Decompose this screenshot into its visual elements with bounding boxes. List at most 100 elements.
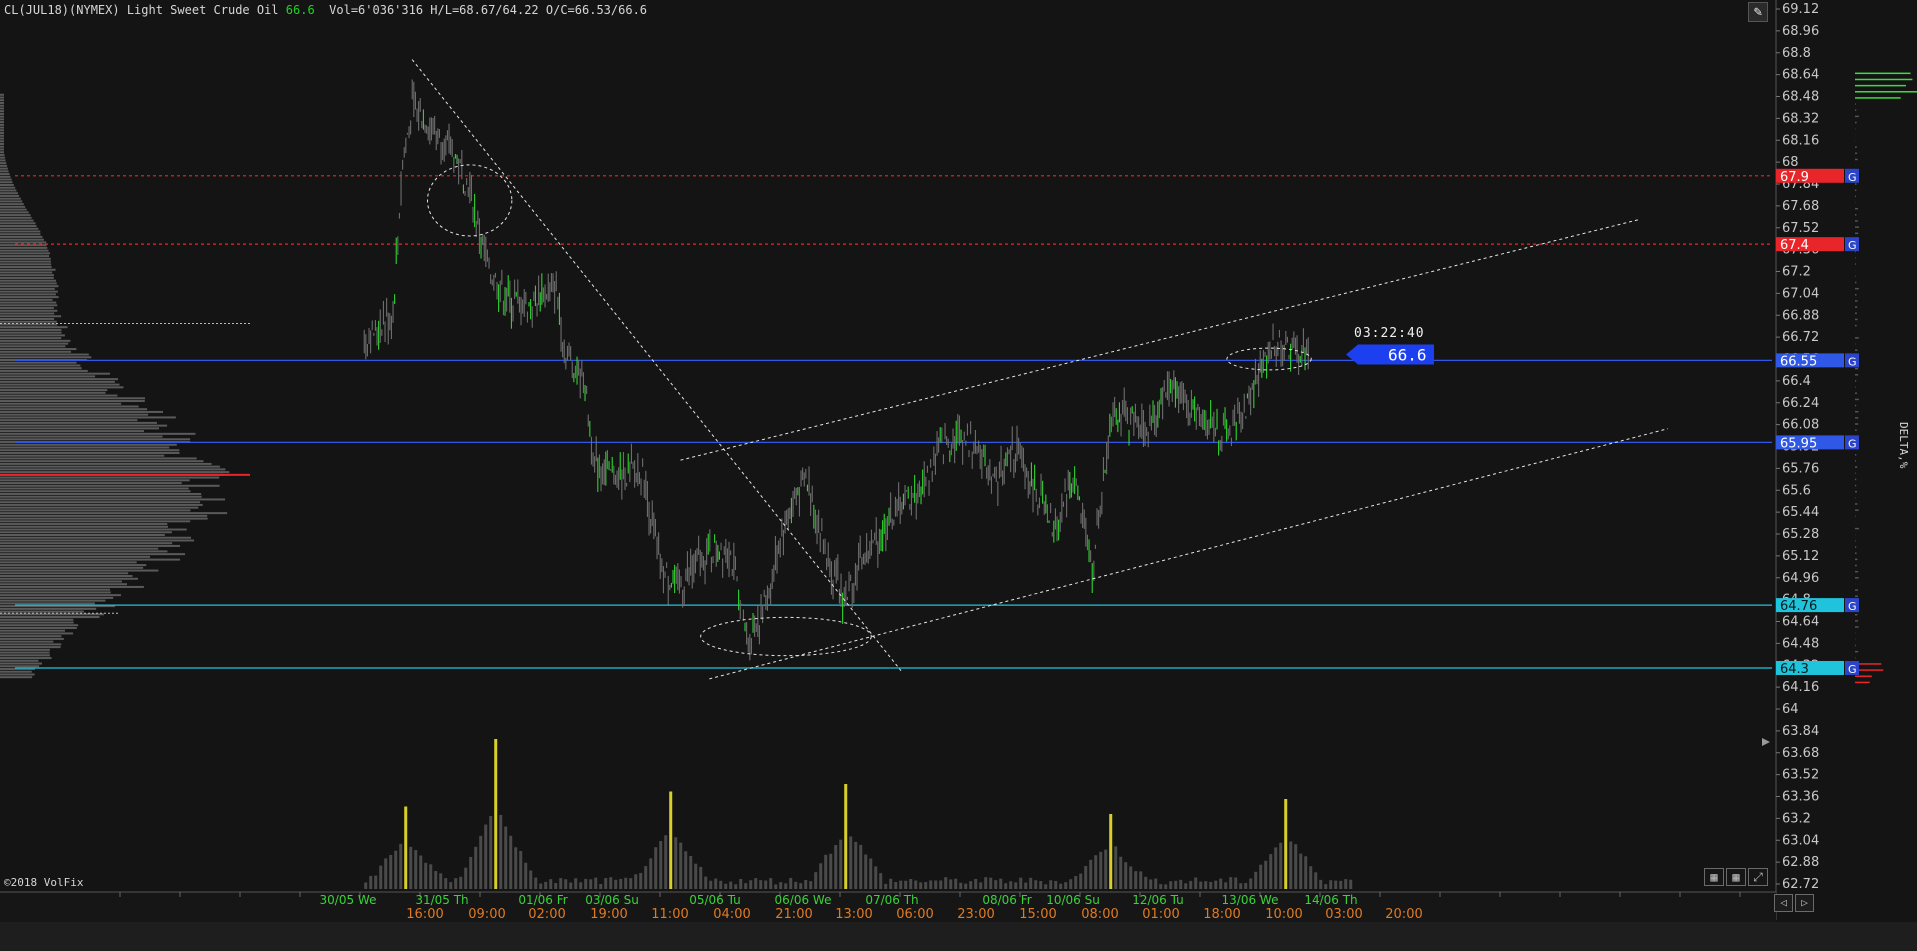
volume-bar	[1074, 876, 1078, 889]
right-profile-bar	[1855, 386, 1856, 388]
time-label: 15:00	[1019, 907, 1056, 922]
profile-bar	[0, 375, 96, 378]
profile-bar	[0, 257, 51, 260]
volume-bar	[1244, 883, 1248, 889]
right-profile-bar	[1855, 103, 1856, 105]
copyright-text: ©2018 VolFix	[4, 876, 84, 889]
volume-bar	[904, 880, 908, 889]
profile-bar	[0, 410, 164, 413]
profile-bar	[0, 317, 55, 320]
volume-bar	[629, 878, 633, 889]
right-profile-bar	[1855, 460, 1856, 462]
volume-bar	[714, 878, 718, 889]
volume-bar	[1239, 883, 1243, 889]
profile-bar	[0, 107, 4, 110]
right-profile-bar	[1855, 349, 1858, 351]
profile-bar	[0, 648, 50, 651]
right-profile-bar	[1855, 490, 1857, 493]
volume-bar	[799, 883, 803, 889]
volume-bar	[1329, 880, 1333, 889]
right-profile-bar	[1855, 669, 1884, 671]
volume-bar	[1264, 860, 1268, 889]
volume-bar	[364, 882, 368, 889]
volume-bar	[994, 880, 998, 889]
time-label: 20:00	[1385, 907, 1422, 922]
volume-bar	[974, 878, 978, 889]
profile-bar	[0, 369, 88, 372]
profile-bar	[0, 290, 58, 293]
volume-bar	[704, 876, 708, 889]
volume-bar	[394, 850, 398, 889]
volume-bar	[579, 882, 583, 889]
volume-bar	[879, 873, 883, 889]
time-label: 16:00	[406, 907, 443, 922]
profile-bar	[0, 553, 186, 556]
date-label: 07/06 Th	[865, 893, 918, 907]
profile-bar	[0, 367, 82, 370]
right-profile-bar	[1855, 472, 1856, 474]
profile-bar	[0, 279, 57, 282]
profile-bar	[0, 249, 49, 252]
expand-icon[interactable]: ⤢	[1748, 868, 1768, 886]
profile-bar	[0, 140, 4, 143]
right-profile-bar	[1855, 484, 1857, 487]
volume-bar	[684, 851, 688, 889]
profile-bar	[0, 405, 139, 408]
volume-bar	[1099, 851, 1103, 889]
right-profile-bar	[1855, 257, 1856, 259]
profile-bar	[0, 517, 208, 520]
right-profile-bar	[1855, 214, 1857, 216]
profile-bar	[0, 178, 12, 181]
y-tick-label: 66.08	[1782, 418, 1819, 433]
volume-bar	[619, 878, 623, 889]
volume-bar	[499, 814, 503, 889]
profile-bar	[0, 252, 50, 255]
profile-bar	[0, 419, 138, 422]
volume-bar	[1154, 878, 1158, 889]
profile-bar	[0, 268, 56, 271]
profile-bar	[0, 662, 42, 665]
right-profile-bar	[1855, 589, 1859, 591]
scroll-left-icon[interactable]: ◁	[1774, 894, 1793, 912]
right-profile-bar	[1855, 281, 1857, 284]
profile-bar	[0, 235, 43, 238]
scroll-right-icon[interactable]: ▷	[1795, 894, 1814, 912]
profile-bar	[0, 208, 27, 211]
grid-view-icon[interactable]: ▦	[1704, 868, 1724, 886]
volume-bar	[429, 864, 433, 889]
profile-bar	[0, 528, 187, 531]
profile-bar	[0, 126, 4, 129]
profile-bar	[0, 145, 4, 148]
profile-bar	[0, 621, 74, 624]
volume-bar	[1319, 879, 1323, 889]
profile-bar	[0, 219, 34, 222]
volume-bar	[1019, 877, 1023, 889]
right-profile-bar	[1855, 300, 1858, 302]
volume-bar	[769, 878, 773, 889]
volume-bar	[1084, 865, 1088, 889]
volume-bar	[614, 879, 618, 889]
time-label: 21:00	[775, 907, 812, 922]
profile-bar	[0, 175, 11, 178]
last-price-label: 66.6	[1388, 346, 1427, 365]
volume-bar	[1124, 862, 1128, 889]
y-tick-label: 68.48	[1782, 90, 1819, 105]
profile-bar	[0, 509, 191, 512]
profile-bar	[0, 430, 145, 433]
profile-bar	[0, 670, 32, 673]
multi-view-icon[interactable]: ▦	[1726, 868, 1746, 886]
profile-bar	[0, 181, 13, 184]
profile-bar	[0, 659, 39, 662]
profile-bar	[0, 173, 10, 176]
profile-bar	[0, 479, 190, 482]
profile-bar	[0, 624, 79, 627]
profile-bar	[0, 465, 220, 468]
profile-bar	[0, 372, 110, 375]
pen-tool-icon[interactable]: ✎	[1748, 2, 1768, 22]
volume-bar	[1299, 853, 1303, 889]
y-tick-label: 64.96	[1782, 571, 1819, 586]
time-label: 09:00	[468, 907, 505, 922]
y-tick-label: 68.16	[1782, 133, 1819, 148]
right-profile-bar	[1855, 220, 1858, 222]
volume-bar	[559, 878, 563, 889]
